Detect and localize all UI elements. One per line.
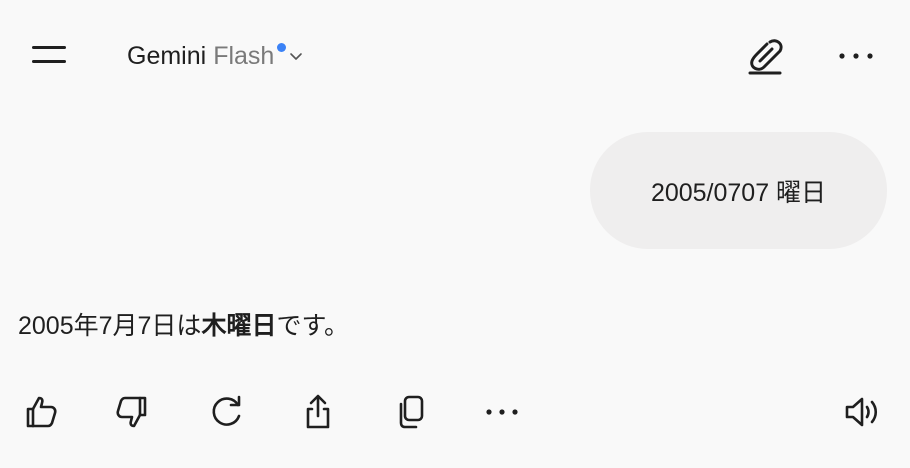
- share-button[interactable]: [296, 390, 340, 434]
- model-variant: Flash: [213, 41, 275, 70]
- response-prefix: 2005年7月7日は: [18, 312, 202, 340]
- thumbs-down-button[interactable]: [111, 390, 155, 434]
- top-bar: Gemini Flash: [0, 0, 910, 110]
- read-aloud-button[interactable]: [840, 390, 884, 434]
- thumbs-up-button[interactable]: [18, 390, 62, 434]
- model-selector[interactable]: Gemini Flash: [127, 40, 304, 72]
- more-horizontal-icon: [839, 53, 873, 59]
- more-horizontal-icon: [486, 409, 518, 415]
- response-bold: 木曜日: [201, 312, 277, 340]
- new-indicator-dot: [277, 42, 287, 52]
- chevron-down-icon: [290, 53, 303, 60]
- thumbs-up-icon: [26, 396, 57, 428]
- new-chat-button[interactable]: [740, 34, 788, 78]
- more-options-button[interactable]: [834, 36, 878, 76]
- user-message-text: 2005/0707 曜日: [650, 178, 827, 207]
- speaker-icon: [845, 397, 878, 427]
- response-suffix: です。: [276, 312, 349, 340]
- new-chat-icon: [748, 39, 783, 75]
- menu-icon-line: [32, 46, 66, 49]
- model-name: Gemini: [127, 41, 207, 70]
- menu-icon-line: [32, 60, 66, 63]
- response-actions-bar: [0, 386, 910, 438]
- copy-button[interactable]: [389, 390, 433, 434]
- copy-icon: [399, 395, 424, 429]
- regenerate-button[interactable]: [204, 390, 248, 434]
- menu-button[interactable]: [28, 38, 72, 74]
- thumbs-down-icon: [116, 396, 147, 428]
- model-response: 2005年7月7日は木曜日です。: [18, 306, 349, 346]
- share-icon: [306, 394, 330, 429]
- user-message-bubble: 2005/0707 曜日: [590, 132, 887, 249]
- regenerate-icon: [212, 395, 241, 426]
- more-actions-button[interactable]: [479, 390, 523, 434]
